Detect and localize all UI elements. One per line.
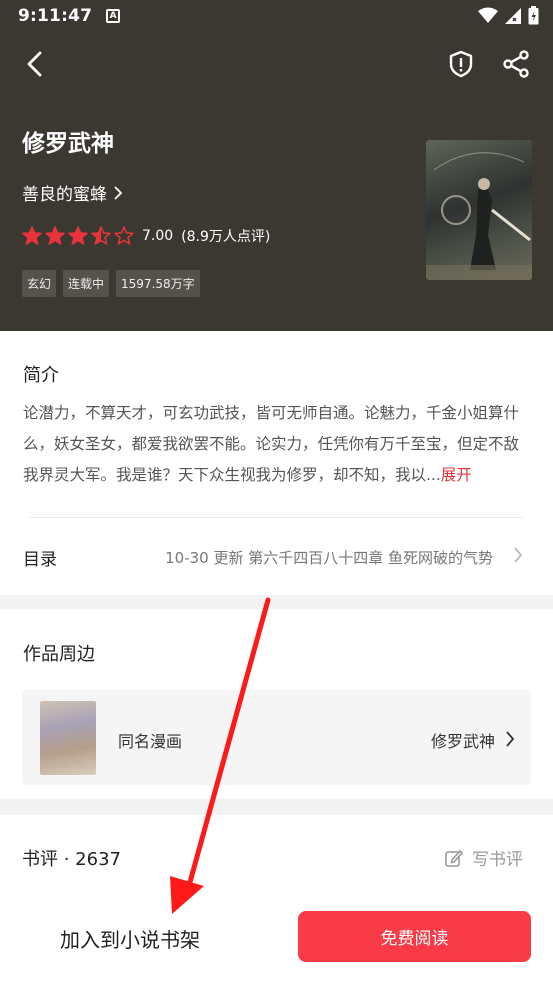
signal-icon: [505, 7, 521, 24]
manga-label: 同名漫画: [118, 732, 183, 751]
status-time: 9:11:47: [18, 6, 93, 26]
divider: [30, 517, 523, 518]
report-shield-icon[interactable]: [445, 48, 477, 80]
rating-stars: [22, 226, 134, 246]
book-cover[interactable]: [426, 140, 532, 280]
book-header: 9:11:47 A 修罗武神 善良的蜜蜂 7.00 (8.9万人点评) 玄幻 连…: [0, 0, 553, 331]
latest-chapter-info: 10-30 更新 第六千四百八十四章 鱼死网破的气势: [165, 549, 493, 567]
edit-icon: [445, 849, 464, 867]
tag-word-count: 1597.58万字: [116, 270, 200, 297]
star-icon: [114, 226, 134, 245]
star-icon: [68, 226, 88, 245]
manga-title: 修罗武神: [430, 732, 495, 751]
tag-genre: 玄幻: [22, 270, 57, 297]
tag-list: 玄幻 连载中 1597.58万字: [22, 270, 200, 297]
chevron-right-icon: [514, 547, 523, 563]
star-icon: [22, 226, 42, 245]
rating-row: 7.00 (8.9万人点评): [22, 226, 270, 246]
add-to-shelf-button[interactable]: 加入到小说书架: [60, 924, 200, 953]
toc-label: 目录: [23, 550, 57, 570]
battery-icon: [528, 6, 539, 25]
book-title: 修罗武神: [22, 131, 114, 157]
share-icon[interactable]: [500, 48, 532, 80]
back-icon[interactable]: [20, 48, 52, 80]
wifi-icon: [478, 7, 498, 23]
chevron-right-icon: [506, 731, 515, 747]
expand-link[interactable]: 展开: [441, 466, 472, 484]
write-review-button[interactable]: 写书评: [444, 845, 523, 870]
tag-status: 连载中: [63, 270, 110, 297]
notification-icon: A: [106, 9, 121, 23]
star-icon: [91, 226, 111, 245]
rating-count: (8.9万人点评): [181, 229, 271, 245]
star-icon: [45, 226, 65, 245]
author-name: 善良的蜜蜂: [22, 185, 107, 205]
chevron-right-icon: [114, 185, 123, 200]
related-works-title: 作品周边: [23, 644, 95, 665]
manga-cover: [40, 701, 96, 775]
table-of-contents-row[interactable]: 目录 10-30 更新 第六千四百八十四章 鱼死网破的气势: [0, 530, 553, 582]
status-bar: 9:11:47 A: [0, 0, 553, 32]
author-link[interactable]: 善良的蜜蜂: [22, 180, 123, 205]
rating-score: 7.00: [142, 228, 174, 244]
intro-text[interactable]: 论潜力，不算天才，可玄功武技，皆可无师自通。论魅力，千金小姐算什么，妖女圣女，都…: [23, 398, 530, 491]
free-read-button[interactable]: 免费阅读: [298, 911, 531, 962]
write-review-label: 写书评: [472, 850, 523, 870]
intro-title: 简介: [23, 365, 59, 386]
review-count-title: 书评 · 2637: [22, 849, 121, 870]
